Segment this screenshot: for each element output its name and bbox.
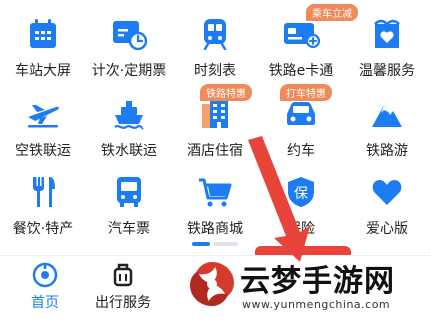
fork-knife-icon [23,172,63,212]
service-label: 汽车票 [108,221,150,237]
train-icon [195,14,235,54]
service-label: 铁路游 [366,143,408,159]
heart-gift-icon [367,14,407,54]
service-food[interactable]: 餐饮·特产 [0,158,86,240]
service-ride[interactable]: 打车特惠 约车 [258,80,344,162]
mountain-icon [367,94,407,134]
luggage-icon [110,262,136,288]
plane-icon [23,94,63,134]
service-care-version[interactable]: 爱心版 [344,158,430,240]
bus-icon [109,172,149,212]
service-label: 空铁联运 [15,143,71,159]
home-icon [32,262,58,288]
service-station-screen[interactable]: 车站大屏 [0,0,86,82]
tab-label: 首页 [31,295,59,311]
service-air-rail[interactable]: 空铁联运 [0,80,86,162]
service-label: 爱心版 [366,221,408,237]
service-care[interactable]: 温馨服务 [344,0,430,82]
service-rail-tour[interactable]: 铁路游 [344,80,430,162]
page-dot-active [192,242,210,246]
tab-home[interactable]: 首页 [0,256,90,319]
cart-icon [195,172,235,212]
promo-badge: 铁路特惠 [200,84,252,101]
watermark-logo-icon [190,262,234,306]
service-rail-water[interactable]: 铁水联运 [86,80,172,162]
service-label: 温馨服务 [359,63,415,79]
calendar-screen-icon [23,14,63,54]
service-mall[interactable]: 铁路商城 [172,158,258,240]
shield-icon: 保 [281,172,321,212]
tab-label: 出行服务 [95,295,151,311]
service-label: 铁路e卡通 [268,63,334,79]
service-label: 餐饮·特产 [12,221,74,237]
service-label: 约车 [287,143,315,159]
service-ecard[interactable]: 乘车立减 铁路e卡通 [258,0,358,82]
service-timetable[interactable]: 时刻表 [172,0,258,82]
service-panel: 车站大屏 计次·定期票 时刻表 乘车立减 铁路e卡通 温馨服务 空铁联运 铁水联… [0,0,431,255]
service-label: 时刻表 [194,63,236,79]
service-season-ticket[interactable]: 计次·定期票 [86,0,172,82]
page-indicator [192,240,238,246]
ticket-clock-icon [109,14,149,54]
service-label: 铁水联运 [101,143,157,159]
tab-trip-services[interactable]: 出行服务 [78,256,168,319]
service-label: 酒店住宿 [187,143,243,159]
ship-icon [109,94,149,134]
service-label: 车站大屏 [15,63,71,79]
heart-icon [367,172,407,212]
service-label: 铁路商城 [187,221,243,237]
service-label: 保险 [287,221,315,237]
promo-badge: 打车特惠 [280,84,332,101]
watermark-url: www.yunmengchina.com [242,298,391,311]
service-insurance[interactable]: 保 保险 [258,158,344,240]
watermark: 云梦手游网 www.yunmengchina.com [184,254,424,314]
shield-text: 保 [294,186,308,202]
watermark-title: 云梦手游网 [240,264,395,299]
service-bus[interactable]: 汽车票 [86,158,172,240]
service-label: 计次·定期票 [91,63,167,79]
service-hotel[interactable]: 铁路特惠 酒店住宿 [172,80,258,162]
page-dot-inactive [214,242,238,246]
